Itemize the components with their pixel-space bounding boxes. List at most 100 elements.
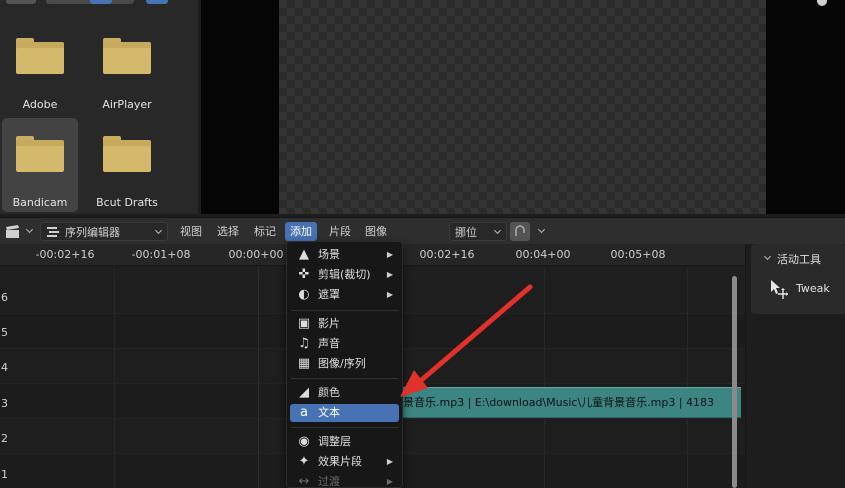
menu-item-mask[interactable]: ◐ 遮罩 ▶ [290,286,399,304]
grid-line [544,266,545,488]
grid-line [114,266,115,488]
sound-icon: ♫ [298,336,310,351]
menu-item-text[interactable]: a 文本 [290,404,399,422]
tweak-cursor-icon [771,280,788,299]
menu-add[interactable]: 添加 [285,222,317,241]
menu-separator [291,378,399,379]
folder-label: AirPlayer [102,98,152,111]
menu-select[interactable]: 选择 [212,222,244,241]
menu-view[interactable]: 视图 [175,222,207,241]
menu-item-label: 过渡 [318,475,340,488]
folder-label: Adobe [22,98,58,111]
menu-marker[interactable]: 标记 [249,222,281,241]
folder-item-selected[interactable]: Bandicam [2,118,78,212]
folder-item[interactable]: Adobe [2,20,78,114]
submenu-arrow-icon: ▶ [386,477,393,486]
sidebar: 活动工具 Tweak [745,244,845,488]
ruler-tick: 00:04+00 [515,248,571,261]
adjustment-icon: ◉ [298,434,310,449]
snap-mode-label: 挪位 [455,226,477,239]
folder-item[interactable]: Bcut Drafts [89,118,165,212]
chevron-down-icon [154,226,163,235]
active-tool-panel[interactable]: 活动工具 Tweak [751,244,845,314]
color-icon: ◢ [299,385,309,400]
image-icon: ▦ [297,356,311,371]
vertical-scrollbar[interactable] [732,276,737,488]
folder-icon [16,136,64,172]
sequencer-preview[interactable] [201,0,845,214]
file-browser-toolbar-button[interactable] [6,0,36,4]
menu-item-label: 颜色 [318,386,340,399]
scene-icon: ▲ [299,247,309,262]
menu-item-label: 效果片段 [318,455,362,468]
snapping-options-button[interactable] [531,222,547,241]
channel-number: 4 [1,361,8,374]
editor-view-label: 序列编辑器 [65,226,120,239]
menu-separator [291,310,399,311]
folder-label: Bandicam [12,196,68,209]
folder-item[interactable]: AirPlayer [89,20,165,114]
menu-item-label: 图像/序列 [318,357,366,370]
menu-item-transition: ↔ 过渡 ▶ [290,473,399,488]
menu-item-label: 遮罩 [318,288,340,301]
snap-mode-dropdown[interactable]: 挪位 [449,222,507,241]
channel-number: 5 [1,326,8,339]
menu-separator [291,427,399,428]
folder-icon [103,38,151,74]
editor-type-button[interactable] [2,222,34,241]
ruler-tick: 00:05+08 [610,248,666,261]
menu-item-label: 剪辑(裁切) [318,268,371,281]
effect-icon: ✦ [298,454,310,469]
active-tool-title: 活动工具 [777,253,821,266]
clapperboard-icon [6,225,19,238]
channel-number: 1 [1,468,8,481]
menu-item-color[interactable]: ◢ 颜色 [290,384,399,402]
chevron-down-icon[interactable] [763,252,772,261]
menu-item-label: 调整层 [318,435,351,448]
add-menu: ▲ 场景 ▶ ✜ 剪辑(裁切) ▶ ◐ 遮罩 ▶ ▣ 影片 ♫ 声音 ▦ 图像/… [286,241,403,488]
filter-toggle[interactable] [146,0,168,4]
grid-line [258,266,259,488]
snapping-toggle[interactable] [510,222,530,241]
magnet-icon [515,225,525,236]
menu-image[interactable]: 图像 [360,222,392,241]
preview-gizmo[interactable] [817,0,827,6]
view-toggle-active[interactable] [90,0,112,4]
submenu-arrow-icon: ▶ [386,250,393,259]
chevron-down-icon [25,225,34,234]
channel-number: 6 [1,291,8,304]
submenu-arrow-icon: ▶ [386,457,393,466]
sound-strip[interactable]: 景音乐.mp3 | E:\download\Music\儿童背景音乐.mp3 |… [400,387,741,418]
ruler-tick: 00:00+00 [228,248,284,261]
submenu-arrow-icon: ▶ [386,270,393,279]
movie-icon: ▣ [297,316,311,331]
grid-line [687,266,688,488]
transition-icon: ↔ [298,474,310,488]
folder-icon [103,136,151,172]
menu-item-adjustment-layer[interactable]: ◉ 调整层 [290,433,399,451]
folder-icon [16,38,64,74]
menu-item-clip[interactable]: ✜ 剪辑(裁切) ▶ [290,266,399,284]
menu-item-sound[interactable]: ♫ 声音 [290,335,399,353]
menu-item-image-sequence[interactable]: ▦ 图像/序列 [290,355,399,373]
clip-icon: ✜ [298,267,310,282]
editor-view-dropdown[interactable]: 序列编辑器 [40,222,168,241]
menu-item-effect-strip[interactable]: ✦ 效果片段 ▶ [290,453,399,471]
preview-canvas [279,0,766,214]
ruler-tick: -00:01+08 [131,248,191,261]
sequencer-header: 序列编辑器 视图 选择 标记 添加 片段 图像 挪位 [0,217,845,244]
chevron-down-icon [537,225,546,234]
ruler-tick: 00:02+16 [419,248,475,261]
menu-item-label: 文本 [318,406,340,419]
channel-number: 3 [1,397,8,410]
menu-item-scene[interactable]: ▲ 场景 ▶ [290,246,399,264]
menu-strip[interactable]: 片段 [324,222,356,241]
channel-number: 2 [1,432,8,445]
menu-item-movie[interactable]: ▣ 影片 [290,315,399,333]
menu-item-label: 声音 [318,337,340,350]
chevron-down-icon [493,226,502,235]
ruler-tick: -00:02+16 [35,248,95,261]
sequencer-icon [47,227,59,237]
menu-item-label: 场景 [318,248,340,261]
folder-label: Bcut Drafts [96,196,158,209]
